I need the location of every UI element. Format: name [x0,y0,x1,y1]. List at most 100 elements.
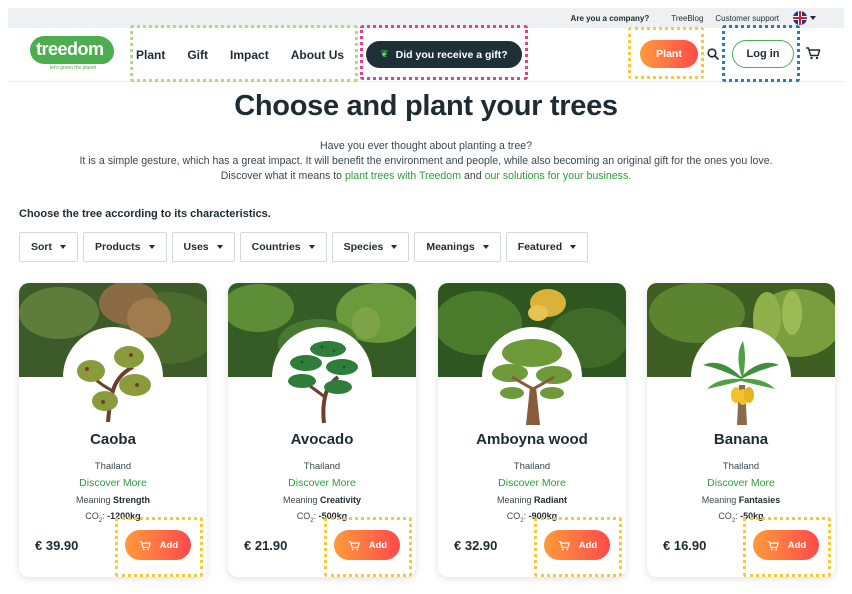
tree-price: € 39.90 [35,538,79,553]
co2-label: CO [296,511,311,521]
filter-label: Featured [517,241,563,253]
add-label: Add [368,539,388,551]
discover-more-link[interactable]: Discover More [438,477,626,489]
gift-button-label: Did you receive a gift? [395,48,508,61]
add-to-cart-button[interactable]: Add [125,530,191,560]
treedom-logo[interactable]: treedom let's green the planet [30,36,120,71]
filter-meanings[interactable]: Meanings [414,232,501,262]
co2-value: -900kg [528,511,558,521]
received-gift-button[interactable]: ❦ Did you receive a gift? [366,41,522,68]
main-header: treedom let's green the planet Plant Gif… [8,28,844,82]
add-label: Add [159,539,179,551]
chevron-down-icon [482,245,489,249]
tree-meaning: Meaning Strength [19,495,207,505]
tree-name: Amboyna wood [476,431,588,448]
chevron-down-icon [148,245,155,249]
add-to-cart-button[interactable]: Add [544,530,610,560]
sprout-icon: ❦ [380,49,389,60]
treeblog-link[interactable]: TreeBlog [671,14,703,23]
tree-card-avocado[interactable]: Avocado Thailand Discover More Meaning C… [228,283,416,577]
co2-value: -500kg [318,511,348,521]
search-icon[interactable] [707,48,719,60]
tree-card-banana[interactable]: Banana Thailand Discover More Meaning Fa… [647,283,835,577]
meaning-value: Strength [113,495,151,505]
meaning-label: Meaning [701,495,737,505]
tree-name: Avocado [290,431,354,448]
co2-subscript: 2 [520,517,524,524]
cart-icon [348,540,360,550]
discover-more-link[interactable]: Discover More [228,477,416,489]
tree-meaning: Meaning Creativity [228,495,416,505]
filter-uses[interactable]: Uses [171,232,235,262]
filter-countries[interactable]: Countries [239,232,327,262]
chevron-down-icon [570,245,577,249]
avocado-tree-icon [288,341,358,424]
filter-label: Sort [31,241,52,253]
co2-subscript: 2 [731,517,736,524]
tree-card-caoba[interactable]: Caoba Thailand Discover More Meaning Str… [19,283,207,577]
filter-featured[interactable]: Featured [505,232,589,262]
nav-about-us[interactable]: About Us [291,48,344,62]
nav-impact[interactable]: Impact [230,48,269,62]
company-link[interactable]: Are you a company? [571,14,650,23]
logo-tagline: let's green the planet [50,65,97,71]
nav-plant[interactable]: Plant [136,48,165,62]
hero-line-2: It is a simple gesture, which has a grea… [79,155,773,167]
chevron-down-icon [308,245,315,249]
tree-price: € 21.90 [244,538,288,553]
plant-trees-link[interactable]: plant trees with Treedom [345,170,461,182]
cart-icon[interactable] [805,46,821,60]
cart-icon [139,540,151,550]
logo-text: treedom [36,39,104,59]
hero-line-3-mid: and [461,170,485,182]
filter-label: Products [95,241,141,253]
discover-more-link[interactable]: Discover More [647,477,835,489]
filter-sort[interactable]: Sort [19,232,78,262]
tree-meaning: Meaning Radiant [438,495,626,505]
meaning-label: Meaning [496,495,532,505]
login-button[interactable]: Log in [732,40,794,68]
meaning-label: Meaning [282,495,318,505]
meaning-label: Meaning [75,495,111,505]
add-to-cart-button[interactable]: Add [753,530,819,560]
tree-country: Thailand [303,461,341,472]
banana-tree-icon [703,341,779,425]
tree-name: Banana [713,431,769,448]
customer-support-link[interactable]: Customer support [715,14,779,23]
filter-bar: Sort Products Uses Countries Species Mea… [19,232,593,262]
filter-species[interactable]: Species [331,232,410,262]
hero-line-3: Discover what it means to plant trees wi… [0,169,852,184]
co2-label: CO [506,511,521,521]
filter-heading: Choose the tree according to its charact… [19,208,271,220]
tree-co2: CO2: -500kg [296,511,348,524]
co2-value: -1200kg [107,511,141,521]
add-label: Add [787,539,807,551]
tree-price: € 16.90 [663,538,707,553]
co2-subscript: 2 [98,517,103,524]
meaning-value: Creativity [320,495,362,505]
co2-label: CO [718,511,732,521]
nav-gift[interactable]: Gift [187,48,208,62]
tree-co2: CO2: -1200kg [85,511,141,524]
tree-card-amboyna-wood[interactable]: Amboyna wood Thailand Discover More Mean… [438,283,626,577]
add-label: Add [578,539,598,551]
main-nav: Plant Gift Impact About Us [136,28,344,82]
discover-more-link[interactable]: Discover More [19,477,207,489]
co2-value: -50kg [740,511,764,521]
plant-button[interactable]: Plant [640,40,698,68]
hero-description: Have you ever thought about planting a t… [0,139,852,184]
language-selector[interactable] [793,11,816,25]
add-to-cart-button[interactable]: Add [334,530,400,560]
business-solutions-link[interactable]: our solutions for your business. [485,170,632,182]
filter-label: Species [343,241,384,253]
meaning-value: Fantasies [738,495,781,505]
filter-label: Meanings [426,241,475,253]
tree-country: Thailand [513,461,551,472]
tree-country: Thailand [94,461,132,472]
hero-line-1: Have you ever thought about planting a t… [319,140,533,152]
filter-label: Uses [183,241,209,253]
chevron-down-icon [216,245,223,249]
filter-products[interactable]: Products [83,232,167,262]
tree-country: Thailand [722,461,760,472]
caoba-tree-icon [77,346,151,423]
